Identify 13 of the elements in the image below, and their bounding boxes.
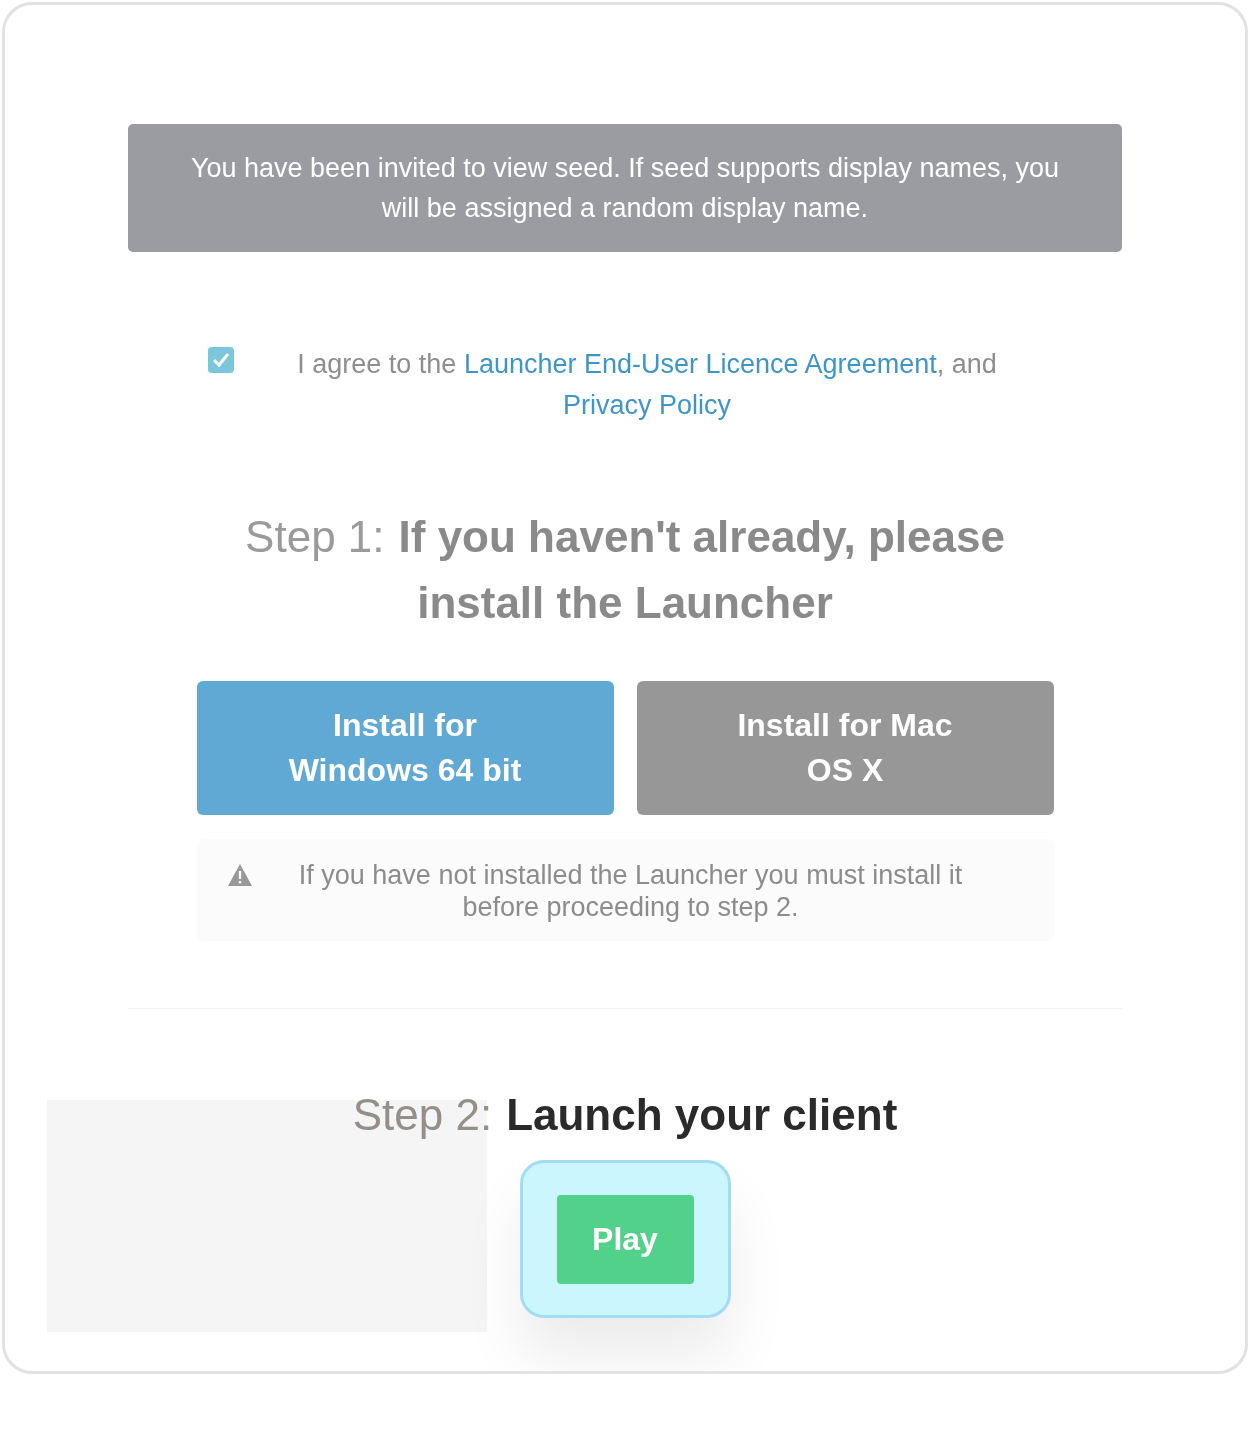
- warning-text: If you have not installed the Launcher you must install it before proceeding to step 2.: [297, 859, 964, 923]
- install-button[interactable]: Install for Mac OS X: [636, 681, 1054, 815]
- play-button[interactable]: Play: [556, 1194, 694, 1284]
- invite-notice: You have been invited to view seed. If seed supports display names, you will be assigned a random display name.: [128, 124, 1122, 252]
- privacy-link[interactable]: Privacy Policy: [562, 390, 731, 420]
- warning-icon: [226, 863, 253, 887]
- licence-link[interactable]: Launcher End-User Licence Agreement: [463, 349, 937, 379]
- step-heading: Step 1: If you haven't already, please install the Launcher: [244, 511, 1006, 629]
- agree-checkbox[interactable]: [208, 347, 234, 373]
- agreement-text: I agree to the Launcher End-User Licence Agreement, and Privacy Policy: [296, 348, 998, 422]
- check-icon: [212, 352, 230, 368]
- install-button[interactable]: Install for Windows 64 bit: [196, 681, 614, 815]
- step-heading: Step 2: Launch your client: [352, 1089, 898, 1141]
